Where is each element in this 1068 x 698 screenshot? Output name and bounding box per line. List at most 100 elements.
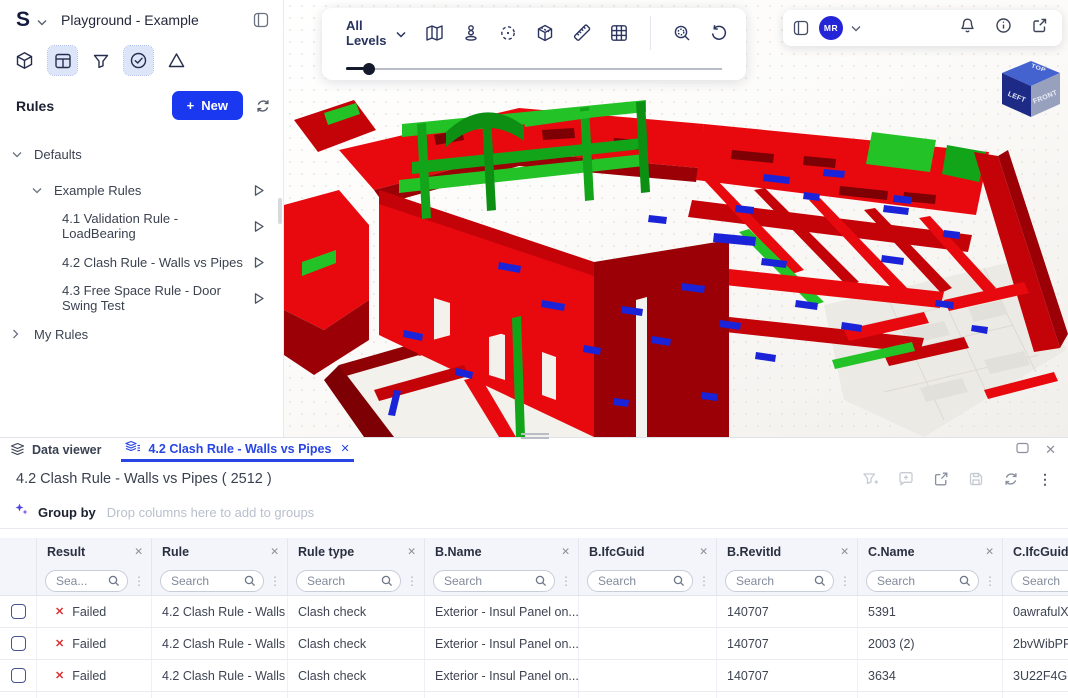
grid-table-icon[interactable]: [609, 23, 629, 43]
search-input[interactable]: [444, 574, 531, 588]
info-icon[interactable]: [995, 17, 1012, 39]
column-menu-kebab-icon[interactable]: ⋮: [406, 574, 418, 588]
rules-check-icon[interactable]: [124, 46, 153, 75]
column-menu-kebab-icon[interactable]: ⋮: [984, 574, 996, 588]
column-search-input-wrap[interactable]: [1011, 570, 1068, 592]
remove-column-icon[interactable]: ✕: [840, 546, 849, 558]
table-row[interactable]: ✕Failed 4.2 Clash Rule - Walls vs... Cla…: [0, 596, 1068, 628]
tree-item-rule-41[interactable]: 4.1 Validation Rule - LoadBearing: [0, 208, 283, 244]
share-export-icon[interactable]: [1031, 17, 1048, 39]
model-viewport[interactable]: All Levels: [284, 0, 1068, 437]
column-header[interactable]: Rule type✕: [288, 538, 425, 566]
tab-data-viewer[interactable]: Data viewer: [10, 438, 101, 462]
row-checkbox[interactable]: [11, 636, 26, 651]
section-box-icon[interactable]: [535, 23, 555, 43]
model-cube-icon[interactable]: [10, 46, 39, 75]
new-rule-button[interactable]: + New: [172, 91, 243, 120]
close-panel-icon[interactable]: ✕: [1045, 442, 1056, 458]
table-row[interactable]: ✕Failed 4.2 Clash Rule - Walls vs... Cla…: [0, 628, 1068, 660]
column-header[interactable]: Rule✕: [152, 538, 288, 566]
panel-right-toggle-icon[interactable]: [793, 20, 809, 36]
run-rule-icon[interactable]: [253, 256, 265, 269]
chevron-down-icon[interactable]: [12, 151, 24, 158]
tree-item-example-rules[interactable]: Example Rules: [0, 172, 283, 208]
column-menu-kebab-icon[interactable]: ⋮: [698, 574, 710, 588]
add-filter-icon[interactable]: [862, 471, 879, 487]
run-rule-icon[interactable]: [253, 292, 265, 305]
layout-panels-icon[interactable]: [48, 46, 77, 75]
row-checkbox[interactable]: [11, 604, 26, 619]
group-by-dropzone[interactable]: Drop columns here to add to groups: [107, 505, 314, 520]
column-menu-kebab-icon[interactable]: ⋮: [839, 574, 851, 588]
column-search-input-wrap[interactable]: [866, 570, 979, 592]
run-rule-icon[interactable]: [253, 220, 265, 233]
levels-dropdown[interactable]: All Levels: [346, 18, 406, 48]
notifications-bell-icon[interactable]: [959, 17, 976, 39]
column-search-input-wrap[interactable]: [45, 570, 128, 592]
column-search-input-wrap[interactable]: [296, 570, 401, 592]
chevron-down-icon[interactable]: [32, 187, 44, 194]
focus-target-icon[interactable]: [498, 23, 518, 43]
column-header[interactable]: B.IfcGuid✕: [579, 538, 717, 566]
level-slider[interactable]: [346, 63, 722, 75]
column-search-input-wrap[interactable]: [587, 570, 693, 592]
chevron-right-icon[interactable]: [12, 329, 24, 339]
column-search-input-wrap[interactable]: [160, 570, 264, 592]
panel-resize-handle[interactable]: [521, 433, 549, 441]
first-person-icon[interactable]: [461, 23, 481, 43]
column-search-input-wrap[interactable]: [725, 570, 834, 592]
slider-track[interactable]: [346, 68, 722, 70]
sidebar-scrollbar[interactable]: [278, 198, 282, 224]
run-rule-icon[interactable]: [253, 184, 265, 197]
navigation-cube[interactable]: TOP LEFT FRONT: [997, 59, 1065, 121]
tree-item-defaults[interactable]: Defaults: [0, 136, 283, 172]
account-chevron-down-icon[interactable]: [851, 25, 861, 32]
column-header[interactable]: C.Name✕: [858, 538, 1003, 566]
tree-item-rule-42[interactable]: 4.2 Clash Rule - Walls vs Pipes: [0, 244, 283, 280]
table-row[interactable]: ✕Failed 4.2 Clash Rule - Walls vs... Cla…: [0, 660, 1068, 692]
row-checkbox[interactable]: [11, 668, 26, 683]
column-header[interactable]: B.RevitId✕: [717, 538, 858, 566]
collapse-sidebar-icon[interactable]: [253, 12, 269, 28]
issues-triangle-icon[interactable]: [162, 46, 191, 75]
user-avatar[interactable]: MR: [819, 16, 843, 40]
search-input[interactable]: [736, 574, 810, 588]
measure-ruler-icon[interactable]: [572, 23, 592, 43]
column-header[interactable]: B.Name✕: [425, 538, 579, 566]
column-header[interactable]: Result✕: [37, 538, 152, 566]
column-header[interactable]: C.IfcGuid✕: [1003, 538, 1068, 566]
remove-column-icon[interactable]: ✕: [985, 546, 994, 558]
more-options-kebab-icon[interactable]: ⋮: [1038, 471, 1052, 488]
tree-item-my-rules[interactable]: My Rules: [0, 316, 283, 352]
refresh-icon[interactable]: [1003, 471, 1019, 487]
remove-column-icon[interactable]: ✕: [699, 546, 708, 558]
add-comment-icon[interactable]: [898, 471, 914, 487]
workspace-chevron-down-icon[interactable]: [37, 13, 47, 31]
remove-column-icon[interactable]: ✕: [407, 546, 416, 558]
export-open-icon[interactable]: [933, 471, 949, 487]
remove-column-icon[interactable]: ✕: [270, 546, 279, 558]
search-input[interactable]: [307, 574, 377, 588]
save-icon[interactable]: [968, 471, 984, 487]
app-logo[interactable]: S: [16, 8, 30, 32]
sync-rules-icon[interactable]: [255, 98, 271, 114]
reset-view-icon[interactable]: [709, 23, 729, 43]
map-icon[interactable]: [424, 23, 444, 43]
maximize-panel-icon[interactable]: [1016, 441, 1029, 459]
zoom-select-icon[interactable]: [672, 23, 692, 43]
tab-clash-rule-results[interactable]: 4.2 Clash Rule - Walls vs Pipes ✕: [121, 438, 353, 462]
search-input[interactable]: [56, 574, 104, 588]
remove-column-icon[interactable]: ✕: [561, 546, 570, 558]
remove-column-icon[interactable]: ✕: [134, 546, 143, 558]
slider-thumb[interactable]: [363, 63, 375, 75]
column-menu-kebab-icon[interactable]: ⋮: [560, 574, 572, 588]
search-input[interactable]: [1022, 574, 1068, 588]
search-input[interactable]: [877, 574, 955, 588]
search-input[interactable]: [598, 574, 669, 588]
search-input[interactable]: [171, 574, 240, 588]
tree-item-rule-43[interactable]: 4.3 Free Space Rule - Door Swing Test: [0, 280, 283, 316]
close-tab-icon[interactable]: ✕: [340, 442, 349, 455]
column-menu-kebab-icon[interactable]: ⋮: [133, 574, 145, 588]
filter-icon[interactable]: [86, 46, 115, 75]
group-by-bar[interactable]: Group by Drop columns here to add to gro…: [0, 496, 1068, 529]
